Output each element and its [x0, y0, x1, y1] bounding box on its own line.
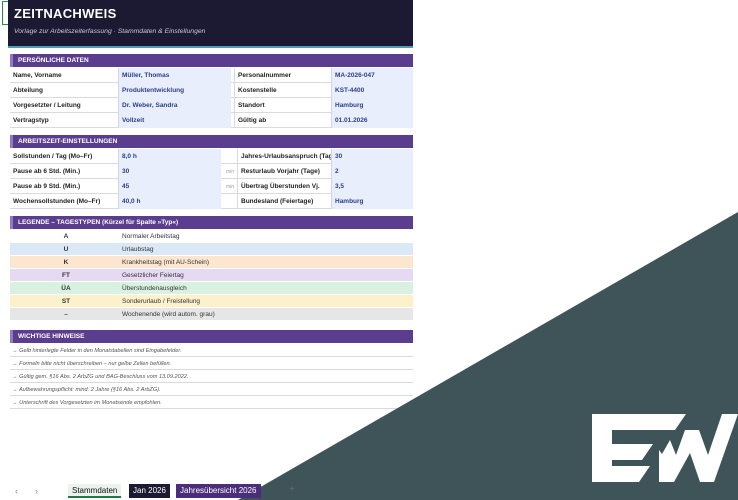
cell-input[interactable]: Müller, Thomas — [118, 68, 231, 83]
cell-input[interactable]: Dr. Weber, Sandra — [118, 98, 231, 113]
legend-code[interactable]: K — [10, 256, 122, 269]
sheet-tab-bar: ‹ › Stammdaten Jan 2026 Jahresübersicht … — [0, 482, 738, 500]
cell-label[interactable]: Abteilung — [10, 83, 118, 98]
page-title: ZEITNACHWEIS — [14, 6, 117, 21]
cell-label[interactable]: Sollstunden / Tag (Mo–Fr) — [10, 149, 118, 164]
cell-input[interactable]: 40,0 h — [118, 194, 221, 209]
cell-input[interactable]: Produktentwicklung — [118, 83, 231, 98]
cell-input[interactable]: 8,0 h — [118, 149, 221, 164]
legend-code[interactable]: – — [10, 308, 122, 321]
legend-code[interactable]: ST — [10, 295, 122, 308]
tab-stammdaten[interactable]: Stammdaten — [68, 484, 122, 498]
cell-unit — [221, 194, 237, 209]
legend-code[interactable]: A — [10, 230, 122, 243]
tab-jan-2026[interactable]: Jan 2026 — [129, 484, 170, 498]
cell-label[interactable]: Pause ab 9 Std. (Min.) — [10, 179, 118, 194]
legend-code[interactable]: FT — [10, 269, 122, 282]
cell-input[interactable]: Vollzeit — [118, 113, 231, 128]
cell-input[interactable]: 45 — [118, 179, 221, 194]
cell-unit — [221, 149, 237, 164]
cell-input[interactable]: 30 — [118, 164, 221, 179]
brand-corner-graphic — [238, 212, 738, 500]
cell-label[interactable]: Vorgesetzter / Leitung — [10, 98, 118, 113]
legend-code[interactable]: ÜA — [10, 282, 122, 295]
tab-jahresuebersicht-2026[interactable]: Jahresübersicht 2026 — [176, 484, 261, 498]
cell-unit: min — [225, 169, 234, 175]
cell-label[interactable]: Pause ab 6 Std. (Min.) — [10, 164, 118, 179]
page-subtitle: Vorlage zur Arbeitszeiterfassung · Stamm… — [14, 28, 206, 35]
prev-sheet-icon[interactable]: ‹ — [15, 486, 18, 496]
legend-code[interactable]: U — [10, 243, 122, 256]
add-sheet-icon[interactable]: + — [289, 484, 295, 495]
cell-label[interactable]: Wochensollstunden (Mo–Fr) — [10, 194, 118, 209]
cell-unit: min — [225, 184, 234, 190]
cell-label[interactable]: Vertragstyp — [10, 113, 118, 128]
cell-label[interactable]: Name, Vorname — [10, 68, 118, 83]
next-sheet-icon[interactable]: › — [35, 486, 38, 496]
